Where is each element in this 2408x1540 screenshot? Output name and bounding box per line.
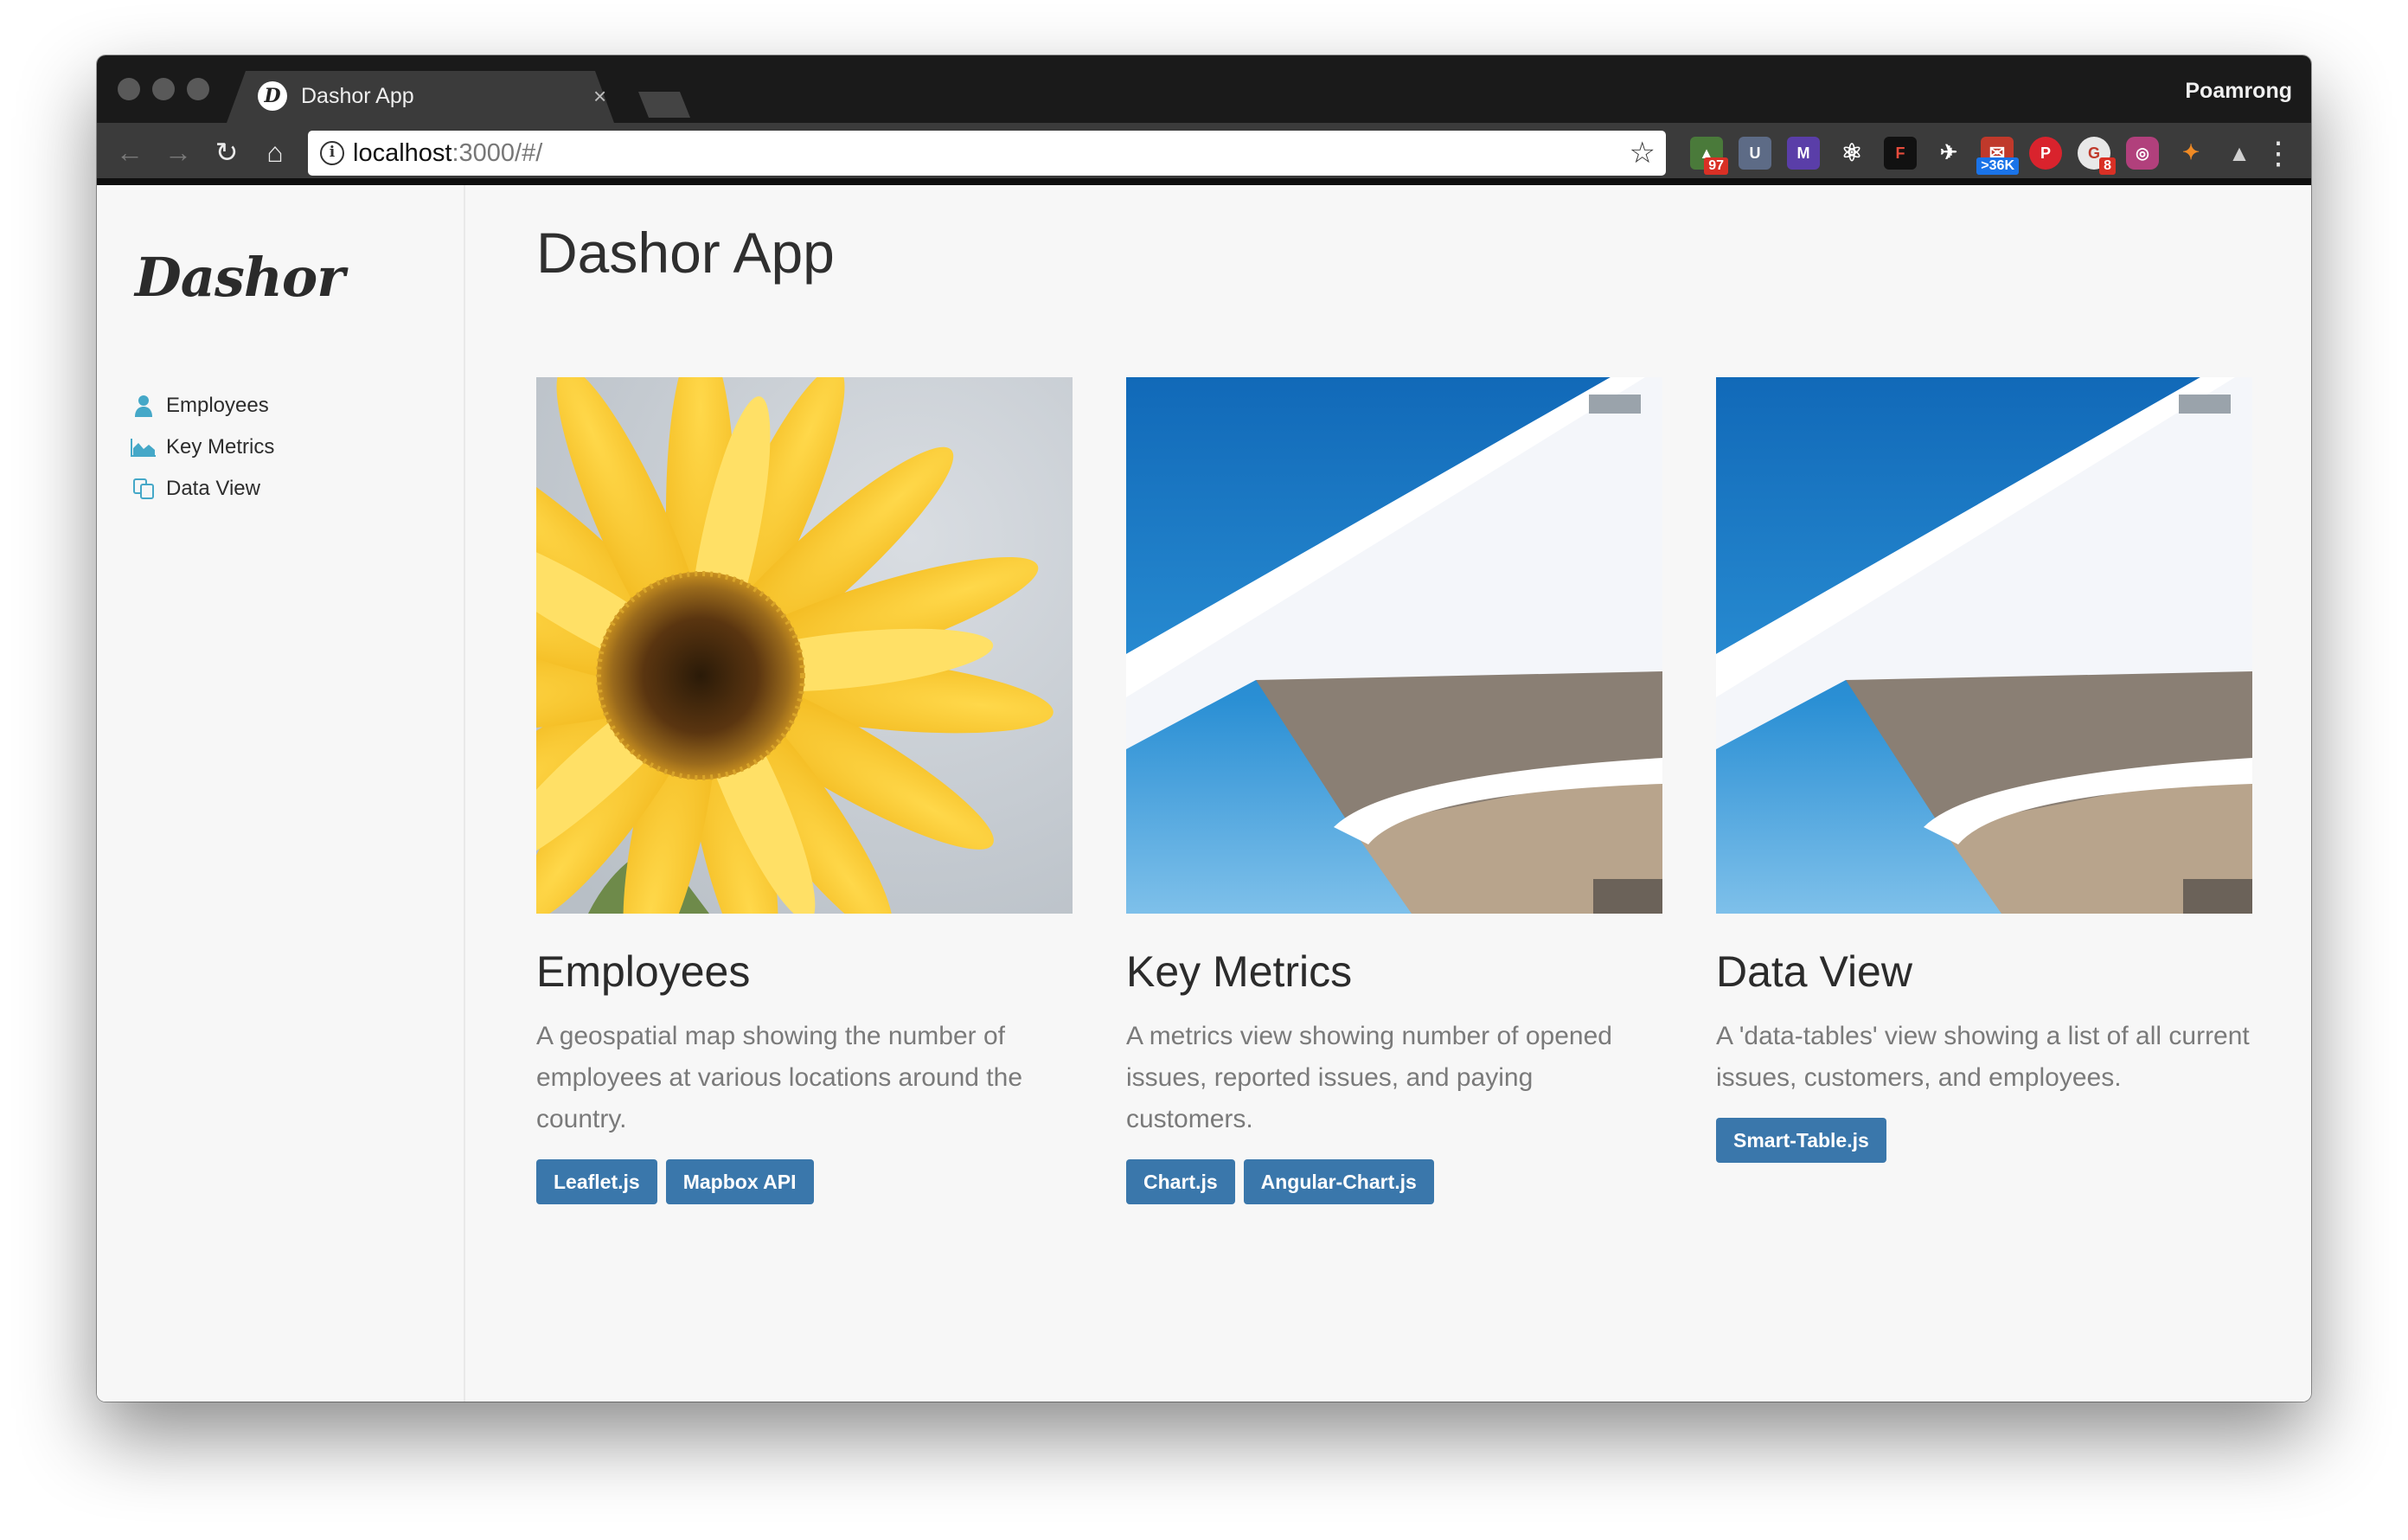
ext-drive-icon[interactable]: ▲ [2223,137,2256,170]
new-tab-button[interactable] [638,92,690,118]
ext-u-icon[interactable]: U [1739,137,1771,170]
card-key-metrics[interactable]: Key Metrics A metrics view showing numbe… [1126,377,1662,1204]
browser-menu-icon[interactable]: ⋮ [2263,137,2294,170]
address-bar[interactable]: i localhost:3000/#/ ☆ [308,131,1666,176]
close-window-button[interactable] [118,78,140,100]
sidebar-item-label: Key Metrics [166,435,275,459]
card-employees[interactable]: Employees A geospatial map showing the n… [536,377,1073,1204]
ext-pinterest-icon[interactable]: P [2029,137,2062,170]
title-bar: D Dashor App × Poamrong [97,55,2311,123]
tag-smart-table[interactable]: Smart-Table.js [1716,1118,1886,1163]
ext-metamask-icon[interactable]: ✦ [2174,137,2207,170]
architecture-image[interactable] [1716,377,2252,914]
ext-pin-icon[interactable]: ✈ [1932,137,1965,170]
browser-toolbar: ← → ↻ ⌂ i localhost:3000/#/ ☆ ▲ 97 U M ⚛ … [97,123,2311,185]
site-info-icon[interactable]: i [320,141,344,165]
user-icon [130,393,157,419]
ext-f-icon[interactable]: F [1884,137,1917,170]
ext-instagram-icon[interactable]: ◎ [2126,137,2159,170]
sunflower-image[interactable] [536,377,1073,914]
url-text[interactable]: localhost:3000/#/ [353,138,542,168]
tab-title[interactable]: Dashor App [301,81,414,111]
card-title: Data View [1716,947,1912,996]
main-content: Dashor App Employees A geospatial map sh… [536,185,2266,1402]
architecture-image[interactable] [1126,377,1662,914]
ext-badge: >36K [1976,157,2019,175]
tag-chartjs[interactable]: Chart.js [1126,1159,1235,1204]
area-chart-icon [130,434,157,460]
zoom-window-button[interactable] [187,78,209,100]
tag-leaflet[interactable]: Leaflet.js [536,1159,657,1204]
url-path: :3000/#/ [452,139,543,167]
card-title: Key Metrics [1126,947,1353,996]
ext-badge: 8 [2099,157,2116,175]
profile-name[interactable]: Poamrong [2185,76,2292,106]
sidebar-item-label: Employees [166,394,269,417]
card-description: A metrics view showing number of opened … [1126,1022,1612,1133]
card-title: Employees [536,947,751,996]
sidebar-item-key-metrics[interactable]: Key Metrics [130,433,274,462]
sidebar-item-label: Data View [166,477,260,500]
tab-favicon-icon: D [258,81,287,111]
card-description: A 'data-tables' view showing a list of a… [1716,1022,2250,1092]
page-title: Dashor App [536,221,835,285]
brand-logo[interactable]: Dashor [135,246,345,309]
ext-g-icon[interactable]: G8 [2078,137,2116,175]
tag-mapbox[interactable]: Mapbox API [665,1159,814,1204]
ext-android-icon[interactable]: ▲ 97 [1690,137,1728,175]
tag-list: Smart-Table.js [1716,1118,1895,1163]
browser-window: D Dashor App × Poamrong ← → ↻ ⌂ i localh… [97,55,2311,1402]
forward-icon[interactable]: → [159,133,197,171]
ext-mail-icon[interactable]: ✉ >36K [1976,137,2019,175]
copy-icon [130,476,157,502]
tag-list: Leaflet.js Mapbox API [536,1159,823,1204]
sidebar: Dashor Employees Key Metrics Data View [97,185,465,1402]
card-description: A geospatial map showing the number of e… [536,1022,1023,1133]
reload-icon[interactable]: ↻ [208,133,246,171]
ext-react-icon[interactable]: ⚛ [1835,137,1868,170]
tag-list: Chart.js Angular-Chart.js [1126,1159,1443,1204]
minimize-window-button[interactable] [152,78,175,100]
url-host: localhost [353,139,452,167]
ext-badge: 97 [1704,157,1728,175]
sidebar-item-data-view[interactable]: Data View [130,474,260,504]
home-icon[interactable]: ⌂ [256,133,294,171]
page-viewport: Dashor Employees Key Metrics Data View D… [97,185,2311,1402]
ext-m-icon[interactable]: M [1787,137,1820,170]
back-icon[interactable]: ← [111,133,149,171]
card-data-view[interactable]: Data View A 'data-tables' view showing a… [1716,377,2252,1163]
sidebar-item-employees[interactable]: Employees [130,391,269,420]
tag-angular-chartjs[interactable]: Angular-Chart.js [1243,1159,1434,1204]
tab-close-icon[interactable]: × [593,81,606,111]
bookmark-star-icon[interactable]: ☆ [1630,136,1656,170]
